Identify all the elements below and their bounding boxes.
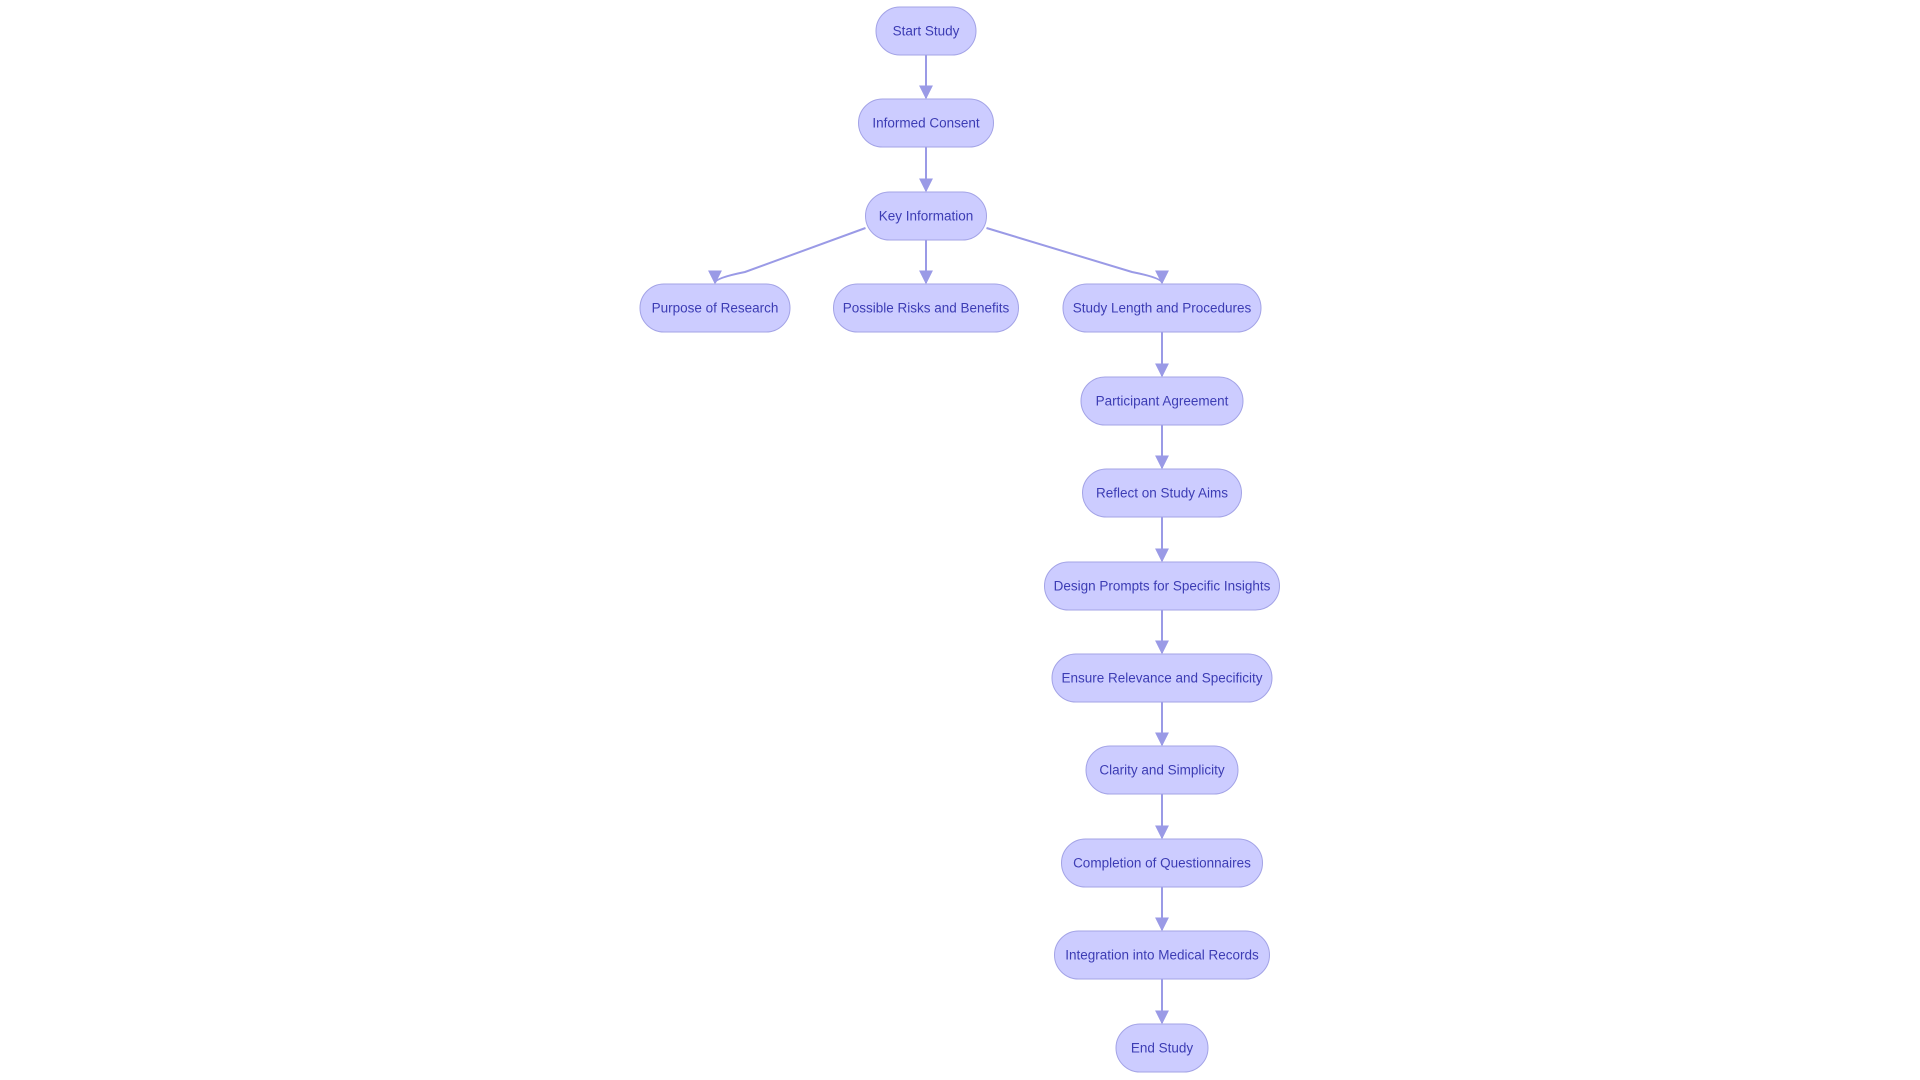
node-label: Ensure Relevance and Specificity [1061, 671, 1262, 686]
node-length[interactable]: Study Length and Procedures [1062, 283, 1262, 333]
node-label: Design Prompts for Specific Insights [1054, 579, 1271, 594]
node-label: Start Study [893, 24, 960, 39]
node-end[interactable]: End Study [1115, 1023, 1209, 1073]
node-risks[interactable]: Possible Risks and Benefits [833, 283, 1019, 333]
flowchart-diagram: Start Study Informed Consent Key Informati… [639, 6, 1280, 1073]
edge-key-to-purpose [708, 227, 866, 285]
node-consent[interactable]: Informed Consent [858, 98, 994, 148]
node-clarity[interactable]: Clarity and Simplicity [1085, 745, 1239, 795]
node-integration[interactable]: Integration into Medical Records [1054, 930, 1270, 980]
node-key[interactable]: Key Information [865, 191, 987, 241]
node-label: Purpose of Research [652, 301, 779, 316]
edge-key-to-length [986, 227, 1169, 285]
node-label: Study Length and Procedures [1073, 301, 1252, 316]
node-ensure[interactable]: Ensure Relevance and Specificity [1051, 653, 1273, 703]
node-agreement[interactable]: Participant Agreement [1080, 376, 1244, 426]
node-purpose[interactable]: Purpose of Research [639, 283, 791, 333]
node-label: Possible Risks and Benefits [843, 301, 1010, 316]
node-start[interactable]: Start Study [875, 6, 977, 56]
node-label: Informed Consent [872, 116, 980, 131]
node-design[interactable]: Design Prompts for Specific Insights [1044, 561, 1280, 611]
node-label: Reflect on Study Aims [1096, 486, 1228, 501]
node-label: Clarity and Simplicity [1099, 763, 1225, 778]
node-label: Participant Agreement [1096, 394, 1229, 409]
node-label: Integration into Medical Records [1065, 948, 1259, 963]
node-completion[interactable]: Completion of Questionnaires [1061, 838, 1263, 888]
node-label: Completion of Questionnaires [1073, 856, 1251, 871]
node-reflect[interactable]: Reflect on Study Aims [1082, 468, 1242, 518]
node-label: End Study [1131, 1041, 1194, 1056]
node-label: Key Information [879, 209, 974, 224]
